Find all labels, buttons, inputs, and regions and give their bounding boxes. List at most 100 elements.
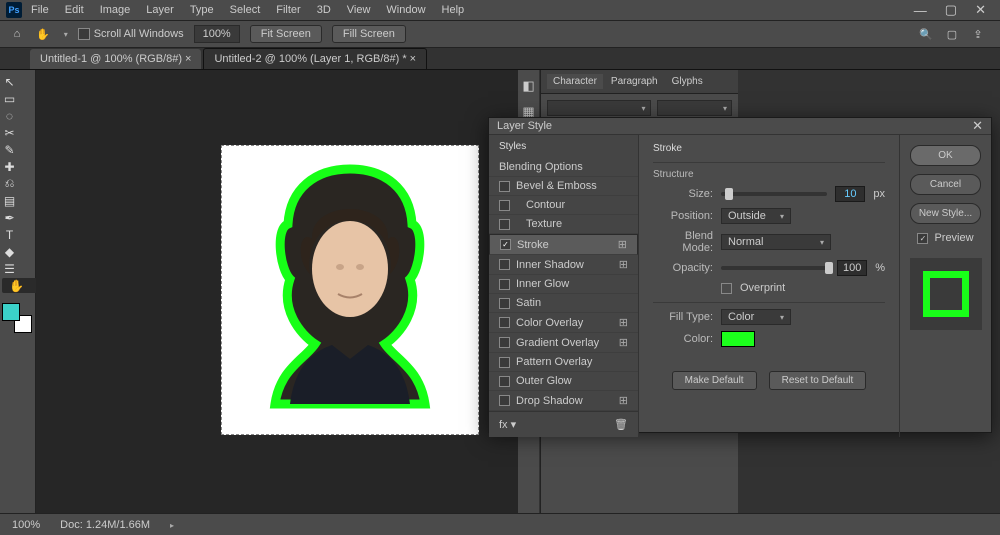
hand-tool-icon[interactable]: ✋ (36, 28, 50, 41)
document-tab-active[interactable]: Untitled-2 @ 100% (Layer 1, RGB/8#) * × (203, 48, 427, 69)
zoom-level-field[interactable]: 100% (194, 25, 240, 43)
font-family-select[interactable] (547, 100, 651, 116)
dialog-close-icon[interactable]: ✕ (972, 118, 983, 134)
add-effect-icon[interactable]: ⊞ (619, 258, 628, 271)
style-item-outer-glow[interactable]: Outer Glow (489, 372, 638, 391)
menu-view[interactable]: View (340, 2, 378, 18)
menu-3d[interactable]: 3D (310, 2, 338, 18)
brush-tool-icon[interactable]: ✎ (2, 142, 17, 157)
status-zoom[interactable]: 100% (12, 519, 40, 531)
menu-file[interactable]: File (24, 2, 56, 18)
add-effect-icon[interactable]: ⊞ (619, 336, 628, 349)
size-slider[interactable] (721, 192, 827, 196)
stroke-color-swatch[interactable] (721, 331, 755, 347)
trash-icon[interactable]: 🗑 (614, 418, 628, 431)
status-menu-icon[interactable] (170, 519, 174, 531)
dialog-titlebar[interactable]: Layer Style ✕ (489, 118, 991, 135)
opacity-input[interactable]: 100 (837, 260, 867, 276)
menu-window[interactable]: Window (379, 2, 432, 18)
style-checkbox[interactable] (499, 259, 510, 270)
menu-layer[interactable]: Layer (139, 2, 181, 18)
style-checkbox[interactable] (500, 239, 511, 250)
tool-preset-dropdown[interactable] (60, 28, 68, 40)
add-effect-icon[interactable]: ⊞ (619, 316, 628, 329)
window-close-icon[interactable]: ✕ (967, 0, 994, 20)
filltype-select[interactable]: Color (721, 309, 791, 325)
type-tool-icon[interactable]: T (2, 227, 17, 242)
style-checkbox[interactable] (499, 376, 510, 387)
style-item-inner-shadow[interactable]: Inner Shadow⊞ (489, 255, 638, 275)
style-item-stroke[interactable]: Stroke⊞ (489, 234, 638, 255)
menu-filter[interactable]: Filter (269, 2, 307, 18)
menu-image[interactable]: Image (93, 2, 138, 18)
search-icon[interactable]: 🔍 (918, 26, 934, 42)
tab-character[interactable]: Character (547, 74, 603, 89)
font-style-select[interactable] (657, 100, 732, 116)
style-item-texture[interactable]: Texture (489, 215, 638, 234)
marquee-tool-icon[interactable]: ▭ (2, 91, 17, 106)
style-item-contour[interactable]: Contour (489, 196, 638, 215)
style-item-bevel-emboss[interactable]: Bevel & Emboss (489, 177, 638, 196)
move-tool-icon[interactable]: ↖ (2, 74, 17, 89)
add-effect-icon[interactable]: ⊞ (619, 394, 628, 407)
blending-options-row[interactable]: Blending Options (489, 158, 638, 177)
size-input[interactable]: 10 (835, 186, 865, 202)
style-checkbox[interactable] (499, 298, 510, 309)
overprint-checkbox[interactable] (721, 283, 732, 294)
more-tools-icon[interactable]: ☰ (2, 261, 17, 276)
style-checkbox[interactable] (499, 357, 510, 368)
blendmode-select[interactable]: Normal (721, 234, 831, 250)
arrange-icon[interactable]: ▢ (944, 26, 960, 42)
style-item-color-overlay[interactable]: Color Overlay⊞ (489, 313, 638, 333)
color-swatches[interactable] (2, 303, 32, 333)
style-item-gradient-overlay[interactable]: Gradient Overlay⊞ (489, 333, 638, 353)
tab-glyphs[interactable]: Glyphs (666, 74, 709, 89)
ok-button[interactable]: OK (910, 145, 981, 166)
document-tab[interactable]: Untitled-1 @ 100% (RGB/8#) × (30, 49, 201, 69)
fx-icon[interactable]: fx ▾ (499, 418, 516, 431)
shape-tool-icon[interactable]: ◆ (2, 244, 17, 259)
fit-screen-button[interactable]: Fit Screen (250, 25, 322, 43)
foreground-color-swatch[interactable] (2, 303, 20, 321)
menu-edit[interactable]: Edit (58, 2, 91, 18)
style-checkbox[interactable] (499, 219, 510, 230)
canvas-area[interactable] (36, 70, 518, 513)
position-select[interactable]: Outside (721, 208, 791, 224)
preview-checkbox[interactable]: Preview (910, 232, 981, 244)
make-default-button[interactable]: Make Default (672, 371, 757, 390)
window-maximize-icon[interactable]: ▢ (937, 0, 965, 20)
style-checkbox[interactable] (499, 200, 510, 211)
reset-default-button[interactable]: Reset to Default (769, 371, 867, 390)
pen-tool-icon[interactable]: ✒ (2, 210, 17, 225)
menu-help[interactable]: Help (435, 2, 472, 18)
scroll-all-checkbox[interactable]: Scroll All Windows (78, 28, 184, 40)
gradient-tool-icon[interactable]: ▤ (2, 193, 17, 208)
overprint-label: Overprint (740, 282, 785, 294)
add-effect-icon[interactable]: ⊞ (618, 238, 627, 251)
fill-screen-button[interactable]: Fill Screen (332, 25, 406, 43)
style-item-drop-shadow[interactable]: Drop Shadow⊞ (489, 391, 638, 411)
history-tool-icon[interactable]: ⎌ (2, 176, 17, 191)
new-style-button[interactable]: New Style... (910, 203, 981, 224)
style-item-inner-glow[interactable]: Inner Glow (489, 275, 638, 294)
style-checkbox[interactable] (499, 317, 510, 328)
home-icon[interactable]: ⌂ (8, 25, 26, 43)
style-checkbox[interactable] (499, 337, 510, 348)
document-canvas[interactable] (221, 145, 479, 435)
crop-tool-icon[interactable]: ✂ (2, 125, 17, 140)
style-checkbox[interactable] (499, 181, 510, 192)
style-checkbox[interactable] (499, 279, 510, 290)
share-icon[interactable]: ⇪ (970, 26, 986, 42)
opacity-slider[interactable] (721, 266, 829, 270)
window-minimize-icon[interactable]: — (906, 1, 935, 20)
heal-tool-icon[interactable]: ✚ (2, 159, 17, 174)
menu-select[interactable]: Select (223, 2, 268, 18)
tab-paragraph[interactable]: Paragraph (605, 74, 664, 89)
color-panel-icon[interactable]: ◧ (522, 78, 534, 94)
menu-type[interactable]: Type (183, 2, 221, 18)
cancel-button[interactable]: Cancel (910, 174, 981, 195)
style-item-pattern-overlay[interactable]: Pattern Overlay (489, 353, 638, 372)
style-item-satin[interactable]: Satin (489, 294, 638, 313)
lasso-tool-icon[interactable]: ◌ (2, 108, 17, 123)
style-checkbox[interactable] (499, 395, 510, 406)
